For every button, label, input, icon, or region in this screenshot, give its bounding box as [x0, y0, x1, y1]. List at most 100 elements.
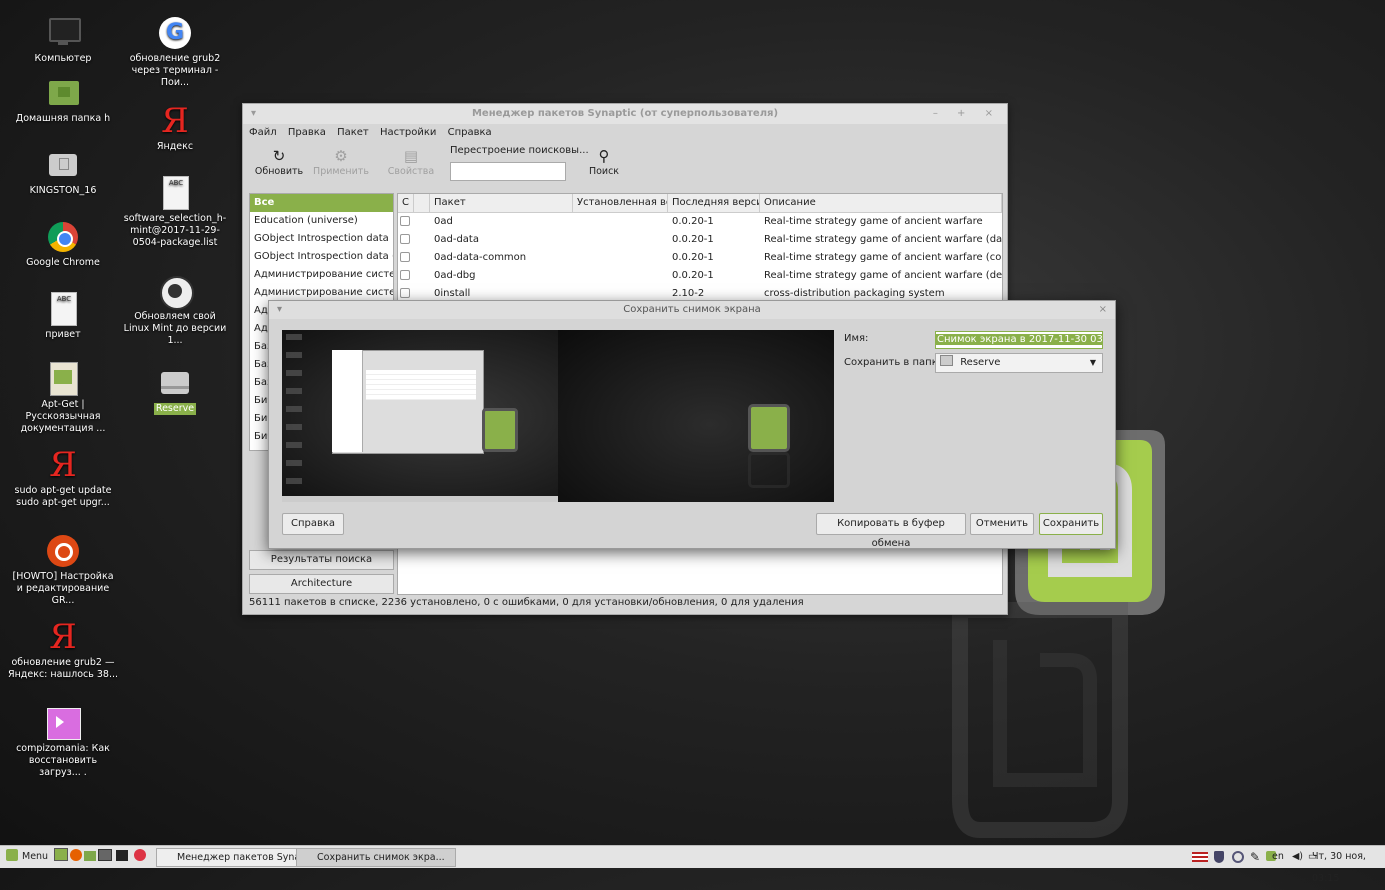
menu-settings[interactable]: Настройки [380, 127, 436, 138]
reload-button[interactable]: ↻ Обновить [249, 146, 309, 177]
package-name: 0ad-dbg [434, 270, 476, 281]
synaptic-titlebar[interactable]: ▾ Менеджер пакетов Synaptic (от суперпол… [243, 104, 1007, 124]
desktop-icon-privet[interactable]: ABC привет [8, 292, 118, 341]
package-checkbox[interactable] [400, 270, 410, 280]
dialog-titlebar[interactable]: ▾ Сохранить снимок экрана × [269, 301, 1115, 319]
package-checkbox[interactable] [400, 234, 410, 244]
column-installed-version[interactable]: Установленная верси [573, 194, 668, 212]
taskbar-window-screenshot[interactable]: Сохранить снимок экра... [296, 848, 456, 867]
category-item[interactable]: Education (universe) [250, 212, 393, 230]
column-status[interactable]: С [398, 194, 414, 212]
desktop-icon-label: sudo apt-get update sudo apt-get upgr... [14, 485, 112, 508]
desktop-icon-software-selection[interactable]: ABC software_selection_h-mint@2017-11-29… [120, 176, 230, 249]
window-menu-icon[interactable]: ▾ [277, 301, 282, 319]
save-screenshot-dialog: ▾ Сохранить снимок экрана × Имя: Снимок … [268, 300, 1116, 549]
desktop-icon-apt-get[interactable]: Apt-Get | Русскоязычная документация ... [8, 362, 118, 435]
apply-button[interactable]: ⚙ Применить [311, 146, 371, 177]
desktop-icon-computer[interactable]: Компьютер [8, 16, 118, 65]
table-row[interactable]: 0ad-data-common 0.0.20-1 Real-time strat… [398, 249, 1002, 267]
preview-screen-right [558, 330, 834, 502]
gear-icon: ⚙ [334, 147, 348, 165]
desktop-icon-kingston[interactable]: KINGSTON_16 [8, 148, 118, 197]
category-item[interactable]: GObject Introspection data (univer [250, 248, 393, 266]
category-item[interactable]: GObject Introspection data [250, 230, 393, 248]
cancel-button[interactable]: Отменить [970, 513, 1034, 535]
filename-input[interactable]: Снимок экрана в 2017-11-30 03-15-22 [935, 331, 1103, 349]
firefox-launcher-icon[interactable] [70, 848, 82, 866]
column-support[interactable] [414, 194, 430, 212]
volume-icon[interactable]: ◀) [1292, 846, 1303, 868]
drive-icon [158, 366, 192, 400]
desktop-icon-grub-yandex[interactable]: Я обновление grub2 — Яндекс: нашлось 38.… [8, 620, 118, 681]
package-name: 0ad-data [434, 234, 479, 245]
package-checkbox[interactable] [400, 252, 410, 262]
desktop-icon-grub-google[interactable]: G обновление grub2 через терминал - Пои.… [120, 16, 230, 89]
desktop-icon-label: KINGSTON_16 [29, 185, 97, 196]
menu-file[interactable]: Файл [249, 127, 277, 138]
document-icon [46, 362, 80, 396]
show-desktop-icon[interactable] [54, 848, 68, 866]
yandex-icon: Я [49, 617, 77, 657]
window-title: Менеджер пакетов Synaptic (от суперпольз… [471, 108, 779, 119]
flag-icon[interactable] [1192, 852, 1208, 862]
desktop-icon-label: Домашняя папка h [15, 113, 111, 124]
clock[interactable]: Чт, 30 ноя, 03:15 [1312, 846, 1382, 890]
desktop-icon-label: обновление grub2 — Яндекс: нашлось 38... [8, 657, 119, 680]
folder-select[interactable]: Reserve ▼ [935, 353, 1103, 373]
package-latest: 0.0.20-1 [672, 216, 714, 227]
desktop-icon-mint-upgrade[interactable]: Обновляем свой Linux Mint до версии 1... [120, 274, 230, 347]
menu-edit[interactable]: Правка [288, 127, 326, 138]
desktop-icon-yandex[interactable]: Я Яндекс [120, 104, 230, 153]
help-button[interactable]: Справка [282, 513, 344, 535]
keyboard-layout[interactable]: en [1272, 846, 1284, 868]
column-package[interactable]: Пакет [430, 194, 573, 212]
category-item[interactable]: Все [250, 194, 393, 212]
menu-help[interactable]: Справка [448, 127, 492, 138]
filter-architecture-button[interactable]: Architecture [249, 574, 394, 594]
menu-button[interactable]: Menu [6, 848, 48, 866]
package-checkbox[interactable] [400, 216, 410, 226]
terminal-launcher-icon[interactable] [116, 848, 128, 866]
table-row[interactable]: 0ad-data 0.0.20-1 Real-time strategy gam… [398, 231, 1002, 249]
window-controls[interactable]: – + × [933, 104, 1001, 124]
desktop-icon-compizomania[interactable]: compizomania: Как восстановить загруз...… [8, 706, 118, 779]
package-latest: 0.0.20-1 [672, 252, 714, 263]
desktop-icon-chrome[interactable]: Google Chrome [8, 220, 118, 269]
system-monitor-icon[interactable] [98, 848, 112, 866]
desktop-icon-reserve[interactable]: Reserve [120, 366, 230, 415]
package-installed [573, 249, 668, 267]
files-launcher-icon[interactable] [84, 848, 96, 866]
quick-filter-input[interactable] [450, 162, 566, 181]
column-latest-version[interactable]: Последняя версия [668, 194, 760, 212]
shield-icon[interactable] [1214, 851, 1224, 863]
column-description[interactable]: Описание [760, 194, 1002, 212]
package-desc: Real-time strategy game of ancient warfa… [764, 270, 1002, 281]
package-latest: 0.0.20-1 [672, 270, 714, 281]
package-checkbox[interactable] [400, 288, 410, 298]
save-button[interactable]: Сохранить [1039, 513, 1103, 535]
filter-search-results-button[interactable]: Результаты поиска [249, 550, 394, 570]
close-icon[interactable]: × [1099, 301, 1107, 319]
usb-drive-icon [46, 148, 80, 182]
copy-to-clipboard-button[interactable]: Копировать в буфер обмена [816, 513, 966, 549]
table-row[interactable]: 0ad-dbg 0.0.20-1 Real-time strategy game… [398, 267, 1002, 285]
properties-button[interactable]: ▤ Свойства [381, 146, 441, 177]
network-icon[interactable] [1232, 851, 1244, 863]
browser-launcher-icon[interactable] [134, 848, 146, 866]
category-item[interactable]: Администрирование системы [250, 266, 393, 284]
google-icon: G [158, 16, 192, 50]
package-name: 0ad-data-common [434, 252, 527, 263]
mint-logo-reflection [952, 602, 1128, 838]
desktop-icon-home[interactable]: Домашняя папка h [8, 76, 118, 125]
desktop-icon-apt-update[interactable]: Я sudo apt-get update sudo apt-get upgr.… [8, 448, 118, 509]
window-menu-icon[interactable]: ▾ [251, 104, 256, 124]
name-label: Имя: [844, 333, 869, 344]
search-button[interactable]: ⚲ Поиск [574, 146, 634, 177]
reload-label: Обновить [254, 166, 304, 177]
table-row[interactable]: 0ad 0.0.20-1 Real-time strategy game of … [398, 213, 1002, 231]
package-desc: Real-time strategy game of ancient warfa… [764, 252, 1002, 263]
menu-package[interactable]: Пакет [337, 127, 369, 138]
taskbar-window-synaptic[interactable]: Менеджер пакетов Syna... [156, 848, 312, 867]
desktop-icon-howto[interactable]: [HOWTO] Настройка и редактирование GR... [8, 534, 118, 607]
pen-icon[interactable]: ✎ [1250, 846, 1260, 868]
